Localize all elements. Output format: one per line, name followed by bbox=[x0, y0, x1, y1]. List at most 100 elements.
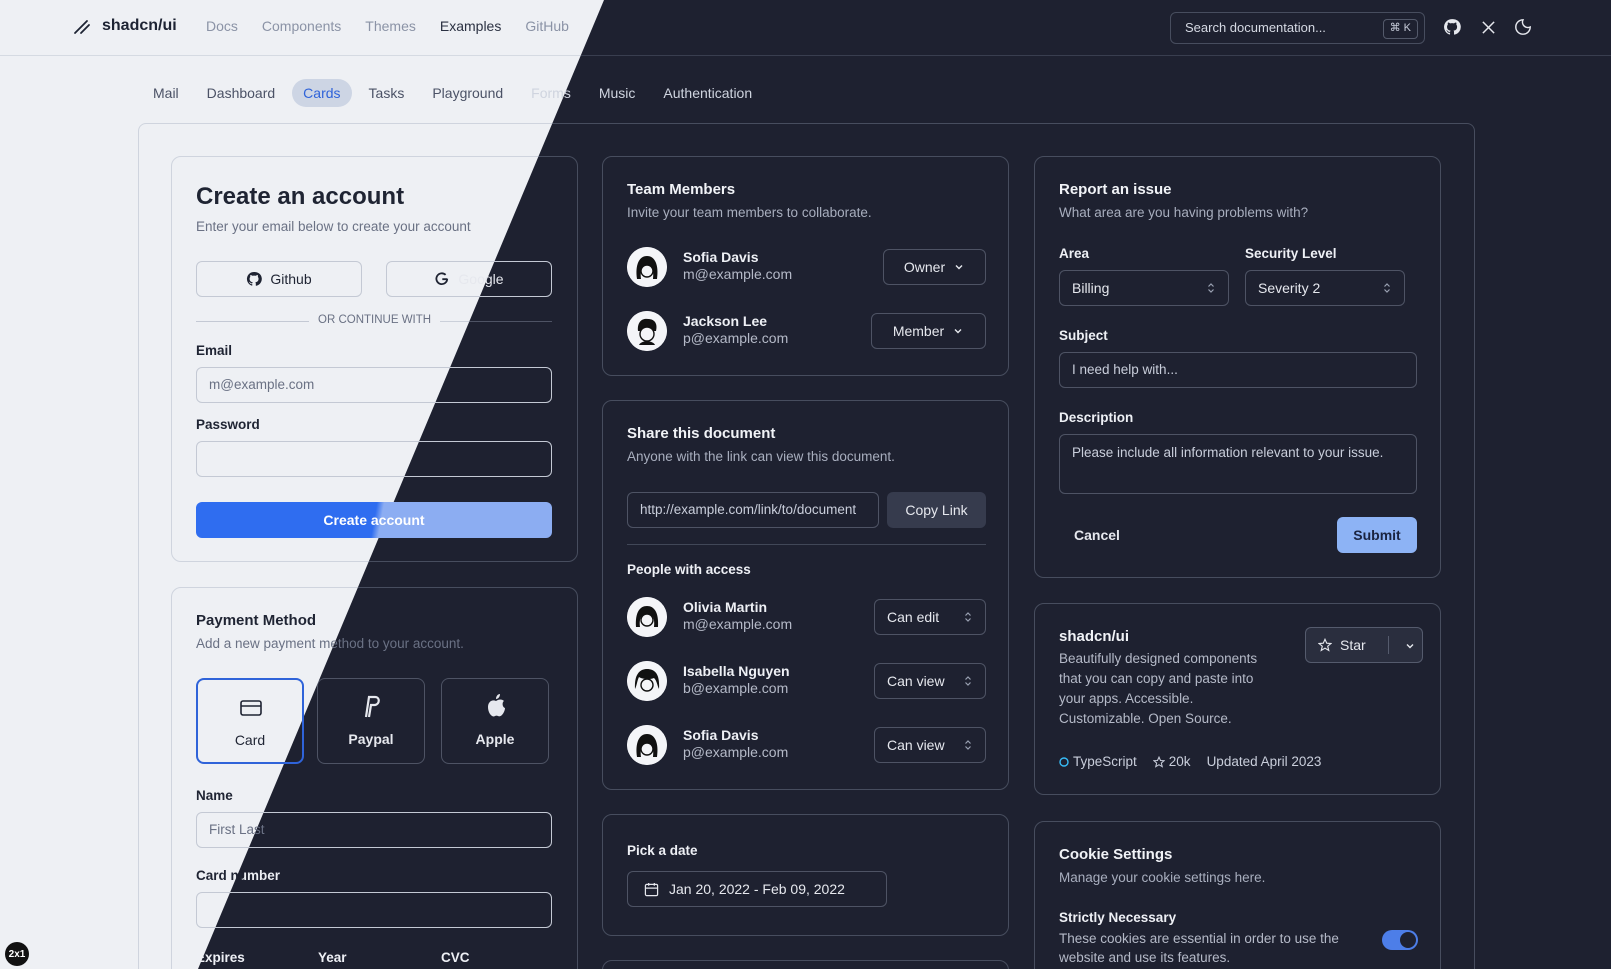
github-button[interactable]: Github bbox=[196, 261, 362, 297]
chevron-updown-icon bbox=[965, 676, 971, 686]
tab-cards[interactable]: Cards bbox=[292, 79, 352, 107]
github-icon[interactable] bbox=[1441, 16, 1463, 38]
nav-components[interactable]: Components bbox=[262, 18, 341, 34]
repo-description: Beautifully designed components that you… bbox=[1059, 651, 1258, 726]
security-level-label: Security Level bbox=[1245, 246, 1337, 261]
x-twitter-icon[interactable] bbox=[1477, 16, 1499, 38]
toggle-knob bbox=[1400, 932, 1416, 948]
tab-forms[interactable]: Forms bbox=[520, 79, 582, 107]
nav-docs[interactable]: Docs bbox=[206, 18, 238, 34]
chevron-down-icon bbox=[955, 265, 963, 270]
corner-badge-label: 2x1 bbox=[8, 948, 26, 960]
card-number-label-text: Card number bbox=[196, 868, 281, 883]
avatar bbox=[627, 597, 667, 637]
create-account-button[interactable]: Create account bbox=[196, 502, 552, 538]
share-title: Share this document bbox=[627, 425, 776, 442]
divider-left bbox=[196, 321, 309, 322]
subject-field[interactable]: I need help with... bbox=[1059, 352, 1417, 388]
tab-authentication[interactable]: Authentication bbox=[652, 79, 763, 107]
create-account-button-label: Create account bbox=[323, 512, 425, 528]
date-range-button[interactable]: Jan 20, 2022 - Feb 09, 2022 bbox=[627, 871, 887, 907]
name-placeholder: First Last bbox=[209, 822, 265, 837]
google-button-label: Google bbox=[458, 271, 504, 287]
search-input[interactable]: Search documentation... ⌘ K bbox=[1170, 12, 1425, 44]
expires-label: Expires bbox=[196, 950, 245, 965]
member-email: m@example.com bbox=[683, 266, 793, 282]
person-email: b@example.com bbox=[683, 680, 789, 696]
tab-mail[interactable]: Mail bbox=[142, 79, 190, 107]
payment-option-card[interactable]: Card bbox=[196, 678, 304, 764]
star-label: Star bbox=[1340, 637, 1366, 653]
payment-option-apple[interactable]: Apple bbox=[441, 678, 549, 764]
cookie-title: Cookie Settings bbox=[1059, 846, 1173, 863]
necessary-description: These cookies are essential in order to … bbox=[1059, 931, 1339, 965]
area-select[interactable]: Billing bbox=[1059, 270, 1229, 306]
cancel-label: Cancel bbox=[1074, 527, 1120, 543]
password-label: Password bbox=[196, 417, 260, 432]
copy-link-label: Copy Link bbox=[905, 502, 968, 518]
nav-themes[interactable]: Themes bbox=[365, 18, 416, 34]
date-picker-card: Pick a date Jan 20, 2022 - Feb 09, 2022 bbox=[602, 814, 1009, 936]
repo-language-label: TypeScript bbox=[1073, 754, 1137, 769]
member-role-select[interactable]: Member bbox=[871, 313, 986, 349]
avatar bbox=[627, 247, 667, 287]
google-button[interactable]: Google bbox=[386, 261, 552, 297]
corner-badge[interactable]: 2x1 bbox=[5, 942, 29, 966]
card-number-field[interactable] bbox=[196, 892, 552, 928]
payment-option-paypal-label: Paypal bbox=[348, 731, 394, 747]
star-button[interactable]: Star bbox=[1305, 627, 1423, 663]
tab-music[interactable]: Music bbox=[588, 79, 647, 107]
permission-select[interactable]: Can view bbox=[874, 663, 986, 699]
repo-meta: TypeScript 20k Updated April 2023 bbox=[1059, 754, 1321, 769]
github-icon bbox=[247, 271, 263, 286]
description-placeholder: Please include all information relevant … bbox=[1072, 445, 1384, 460]
necessary-toggle[interactable] bbox=[1382, 930, 1418, 950]
site-logo[interactable]: shadcn/ui bbox=[72, 16, 177, 36]
tab-tasks[interactable]: Tasks bbox=[358, 79, 416, 107]
share-divider bbox=[627, 544, 986, 545]
card-number-label: Card number bbox=[196, 868, 280, 883]
permission-select[interactable]: Can edit bbox=[874, 599, 986, 635]
share-document-card: Share this document Anyone with the link… bbox=[602, 400, 1009, 790]
chevron-down-icon[interactable] bbox=[1404, 640, 1416, 652]
chevron-updown-icon bbox=[1208, 283, 1214, 293]
logo-text: shadcn/ui bbox=[102, 17, 177, 34]
submit-button[interactable]: Submit bbox=[1337, 517, 1417, 553]
email-label: Email bbox=[196, 343, 233, 358]
next-card-edge bbox=[602, 960, 1009, 969]
avatar bbox=[627, 661, 667, 701]
team-description: Invite your team members to collaborate. bbox=[627, 205, 872, 220]
submit-label: Submit bbox=[1353, 527, 1401, 543]
tab-playground[interactable]: Playground bbox=[421, 79, 514, 107]
repo-stars-count: 20k bbox=[1168, 754, 1191, 769]
necessary-title: Strictly Necessary bbox=[1059, 910, 1177, 925]
star-icon bbox=[1152, 755, 1165, 768]
security-level-select[interactable]: Severity 2 bbox=[1245, 270, 1405, 306]
password-field[interactable] bbox=[196, 441, 552, 477]
cancel-button[interactable]: Cancel bbox=[1059, 517, 1135, 553]
name-field[interactable]: First Last bbox=[196, 812, 552, 848]
credit-card-icon bbox=[240, 700, 262, 716]
site-header: shadcn/ui Docs Components Themes Example… bbox=[0, 0, 1611, 56]
payment-option-card-label: Card bbox=[234, 732, 266, 748]
description-textarea[interactable]: Please include all information relevant … bbox=[1059, 434, 1417, 494]
team-members-card: Team Members Invite your team members to… bbox=[602, 156, 1009, 376]
github-button-label: Github bbox=[270, 271, 312, 287]
permission-select[interactable]: Can view bbox=[874, 727, 986, 763]
nav-github[interactable]: GitHub bbox=[525, 18, 569, 34]
apple-icon bbox=[488, 694, 505, 717]
tab-dashboard[interactable]: Dashboard bbox=[196, 79, 287, 107]
theme-toggle-icon[interactable] bbox=[1512, 16, 1534, 38]
copy-link-button[interactable]: Copy Link bbox=[887, 492, 986, 528]
area-value: Billing bbox=[1072, 280, 1110, 296]
payment-option-apple-label: Apple bbox=[475, 731, 515, 747]
nav-examples[interactable]: Examples bbox=[440, 18, 501, 34]
payment-option-paypal[interactable]: Paypal bbox=[317, 678, 425, 764]
chevron-updown-icon bbox=[965, 740, 971, 750]
member-role-value: Member bbox=[892, 323, 945, 339]
person-email: m@example.com bbox=[683, 616, 793, 632]
member-role-select[interactable]: Owner bbox=[883, 249, 986, 285]
member-role-value: Owner bbox=[903, 259, 946, 275]
share-link-input[interactable]: http://example.com/link/to/document bbox=[627, 492, 879, 528]
email-field[interactable]: m@example.com bbox=[196, 367, 552, 403]
